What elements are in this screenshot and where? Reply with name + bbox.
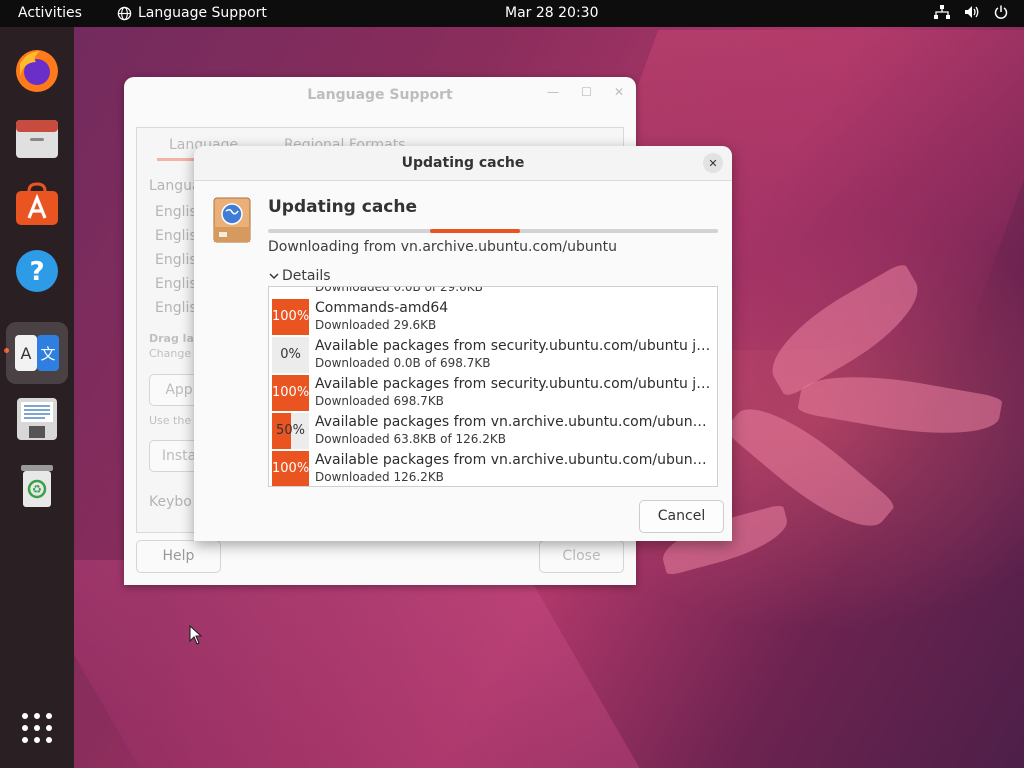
keyboard-label: Keybo xyxy=(149,494,192,510)
dock-help[interactable]: ? xyxy=(13,247,61,295)
list-item[interactable]: 100% Commands-amd64 Downloaded 29.6KB xyxy=(269,298,717,336)
chevron-down-icon xyxy=(269,273,279,279)
row-subtitle: Downloaded 126.2KB xyxy=(315,470,444,484)
language-list-item[interactable]: Englis xyxy=(155,204,197,220)
language-list-item[interactable]: Englis xyxy=(155,228,197,244)
software-icon xyxy=(16,182,58,225)
row-subtitle: Downloaded 63.8KB of 126.2KB xyxy=(315,432,506,446)
partial-row-sub: Downloaded 0.0B of 29.6KB xyxy=(315,286,483,294)
row-title: Commands-amd64 xyxy=(315,300,449,316)
dialog-header: Updating cache ✕ xyxy=(194,146,732,181)
app-menu-label: Language Support xyxy=(138,5,267,21)
dock-text-editor[interactable] xyxy=(13,395,61,443)
drag-hint-label: Drag la xyxy=(149,332,194,345)
list-item[interactable]: 50% Available packages from vn.archive.u… xyxy=(269,412,717,450)
help-button[interactable]: Help xyxy=(136,540,221,573)
use-hint-label: Use the xyxy=(149,414,192,427)
details-expander[interactable]: Details xyxy=(268,268,331,284)
globe-icon xyxy=(117,6,132,20)
activities-button[interactable]: Activities xyxy=(18,5,82,21)
minimize-icon[interactable]: — xyxy=(547,85,559,99)
clock[interactable]: Mar 28 20:30 xyxy=(505,5,598,21)
dock-language-support[interactable]: A 文 xyxy=(6,322,68,384)
wallpaper-shape xyxy=(19,560,641,768)
list-item[interactable]: 0% Available packages from security.ubun… xyxy=(269,336,717,374)
grid-icon xyxy=(22,713,52,743)
dock-firefox[interactable] xyxy=(13,47,61,95)
power-icon xyxy=(994,5,1008,19)
mouse-cursor-icon xyxy=(189,625,203,645)
details-label: Details xyxy=(282,268,331,284)
row-title: Available packages from vn.archive.ubunt… xyxy=(315,414,711,430)
section-label: Langua xyxy=(149,178,201,194)
dock-software[interactable] xyxy=(13,180,61,228)
download-list[interactable]: Downloaded 0.0B of 29.6KB 100% Commands-… xyxy=(268,286,718,487)
package-icon xyxy=(213,197,251,243)
maximize-icon[interactable]: ☐ xyxy=(581,85,592,99)
row-title: Available packages from vn.archive.ubunt… xyxy=(315,452,711,468)
updating-cache-dialog: Updating cache ✕ Updating cache Download… xyxy=(194,146,732,541)
row-percent: 50% xyxy=(276,423,305,438)
dialog-title: Updating cache xyxy=(401,155,525,171)
row-percent: 100% xyxy=(272,309,309,324)
list-item[interactable]: 100% Available packages from vn.archive.… xyxy=(269,450,717,486)
row-progress: 0% xyxy=(272,337,309,373)
window-controls: — ☐ ✕ xyxy=(547,85,624,99)
text-editor-icon xyxy=(17,398,57,440)
row-subtitle: Downloaded 698.7KB xyxy=(315,394,444,408)
app-menu[interactable]: Language Support xyxy=(117,5,267,21)
dialog-close-button[interactable]: ✕ xyxy=(703,153,723,173)
row-progress: 100% xyxy=(272,451,309,486)
row-title: Available packages from security.ubuntu.… xyxy=(315,338,711,354)
row-progress: 100% xyxy=(272,299,309,335)
svg-text:A: A xyxy=(21,344,32,363)
language-list-item[interactable]: Englis xyxy=(155,276,197,292)
dock-trash[interactable]: ♻ xyxy=(13,462,61,510)
download-progress-bar xyxy=(268,229,718,233)
row-percent: 100% xyxy=(272,461,309,476)
list-item[interactable]: 100% Available packages from security.ub… xyxy=(269,374,717,412)
row-subtitle: Downloaded 29.6KB xyxy=(315,318,437,332)
change-hint-label: Change xyxy=(149,347,192,360)
show-apps-button[interactable] xyxy=(13,704,61,752)
dock: ? A 文 ♻ xyxy=(0,27,74,768)
system-tray[interactable] xyxy=(934,5,1008,19)
row-title: Available packages from security.ubuntu.… xyxy=(315,376,711,392)
download-progress-fill xyxy=(430,229,520,233)
help-icon: ? xyxy=(16,250,58,292)
cancel-button[interactable]: Cancel xyxy=(639,500,724,533)
row-progress: 50% xyxy=(272,413,309,449)
svg-text:?: ? xyxy=(29,257,44,287)
files-icon xyxy=(16,120,58,158)
dock-files[interactable] xyxy=(13,114,61,162)
firefox-icon xyxy=(16,50,58,92)
volume-icon xyxy=(965,6,979,18)
svg-text:文: 文 xyxy=(40,345,55,363)
language-support-icon: A 文 xyxy=(15,335,59,371)
dialog-heading: Updating cache xyxy=(268,197,418,217)
row-progress: 100% xyxy=(272,375,309,411)
row-percent: 100% xyxy=(272,385,309,400)
row-percent: 0% xyxy=(280,347,301,362)
row-subtitle: Downloaded 0.0B of 698.7KB xyxy=(315,356,491,370)
close-button[interactable]: Close xyxy=(539,540,624,573)
close-icon: ✕ xyxy=(708,156,718,170)
download-status: Downloading from vn.archive.ubuntu.com/u… xyxy=(268,239,617,255)
wallpaper-leaf xyxy=(797,363,1003,447)
close-icon[interactable]: ✕ xyxy=(614,85,624,99)
network-icon xyxy=(934,5,950,19)
language-list-item[interactable]: Englis xyxy=(155,252,197,268)
language-list-item[interactable]: Englis xyxy=(155,300,197,316)
top-bar: Activities Language Support Mar 28 20:30 xyxy=(0,0,1024,27)
svg-text:♻: ♻ xyxy=(32,483,42,496)
trash-icon: ♻ xyxy=(21,465,53,507)
